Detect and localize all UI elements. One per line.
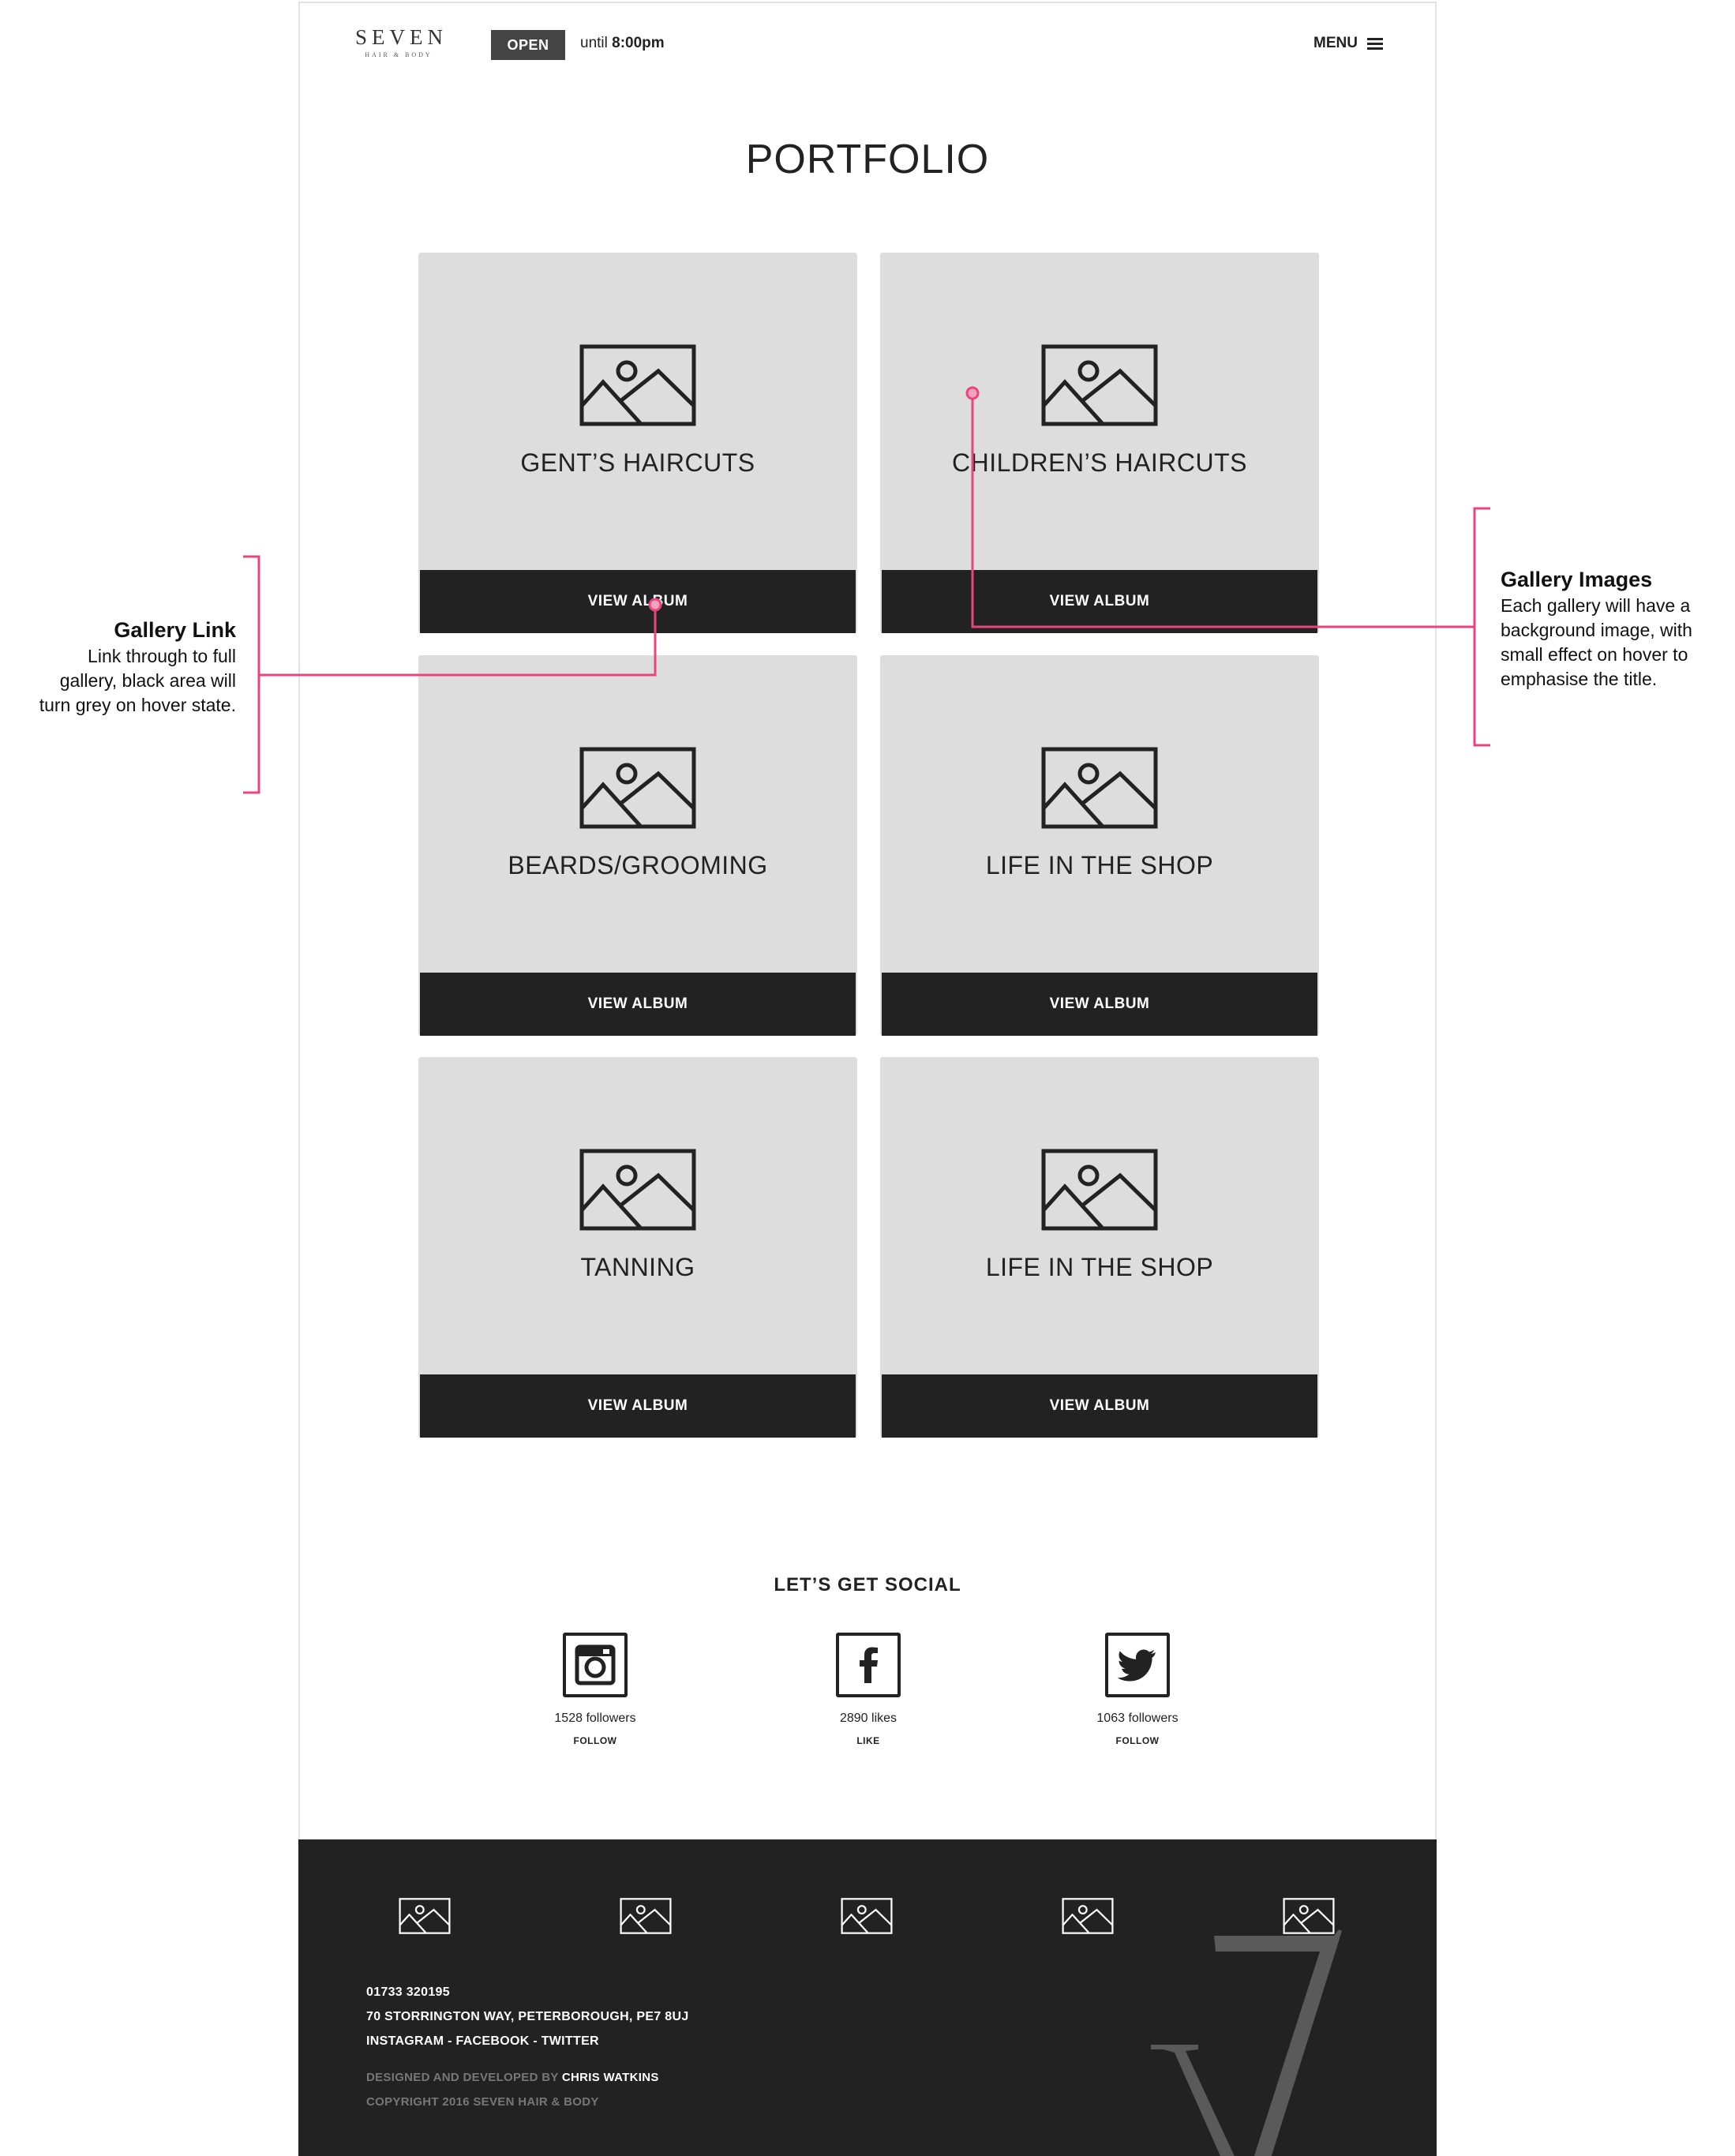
annotation-title: Gallery Link [114, 618, 236, 642]
gallery-card[interactable]: TANNING VIEW ALBUM [418, 1057, 857, 1438]
copyright: COPYRIGHT 2016 SEVEN HAIR & BODY [366, 2095, 599, 2109]
address: 70 STORRINGTON WAY, PETERBOROUGH, PE7 8U… [366, 2010, 689, 2023]
image-placeholder-icon [579, 1149, 696, 1231]
image-placeholder-icon [579, 747, 696, 829]
annotation-line: Each gallery will have a [1501, 595, 1691, 616]
gallery-title: LIFE IN THE SHOP [985, 851, 1214, 879]
social-facebook: 2890 likes LIKE [789, 1633, 947, 1746]
view-album-button[interactable]: VIEW ALBUM [882, 973, 1317, 1036]
logo-subtitle: HAIR & BODY [365, 51, 433, 58]
gallery-title: TANNING [580, 1253, 695, 1281]
view-album-button[interactable]: VIEW ALBUM [420, 973, 856, 1036]
follower-count: 1063 followers [1096, 1712, 1179, 1725]
annotation-gallery-images: Gallery Images Each gallery will have a … [1501, 565, 1729, 692]
instagram-icon[interactable] [563, 1633, 628, 1697]
logo-wordmark: SEVEN [355, 25, 448, 49]
seven-logo[interactable]: SEVEN HAIR & BODY [355, 25, 448, 58]
opening-hours: until 8:00pm [580, 35, 665, 52]
page-title: PORTFOLIO [745, 137, 990, 182]
open-status-badge: OPEN [491, 30, 565, 60]
site-footer: 01733 320195 70 STORRINGTON WAY, PETERBO… [298, 1839, 1437, 2156]
view-album-button[interactable]: VIEW ALBUM [882, 1374, 1317, 1438]
image-placeholder-icon[interactable] [840, 1898, 894, 1934]
social-links[interactable]: INSTAGRAM - FACEBOOK - TWITTER [366, 2034, 689, 2049]
image-placeholder-icon [1041, 1149, 1158, 1231]
hours-prefix: until [580, 35, 613, 51]
page-frame: SEVEN HAIR & BODY OPEN until 8:00pm MENU… [298, 2, 1437, 2156]
image-placeholder-icon[interactable] [398, 1898, 452, 1934]
annotation-title: Gallery Images [1501, 568, 1653, 591]
gallery-card[interactable]: GENT’S HAIRCUTS VIEW ALBUM [418, 253, 857, 633]
credit-prefix: DESIGNED AND DEVELOPED BY [366, 2071, 562, 2084]
social-instagram: 1528 followers FOLLOW [516, 1633, 674, 1746]
designer-credit: DESIGNED AND DEVELOPED BY CHRIS WATKINS [366, 2071, 659, 2084]
phone-number[interactable]: 01733 320195 [366, 1985, 689, 2000]
gallery-card[interactable]: BEARDS/GROOMING VIEW ALBUM [418, 655, 857, 1036]
image-placeholder-icon [1041, 747, 1158, 829]
annotation-line: background image, with [1501, 620, 1692, 640]
annotation-gallery-link: Gallery Link Link through to full galler… [0, 616, 236, 718]
like-link[interactable]: LIKE [789, 1735, 947, 1746]
twitter-icon[interactable] [1105, 1633, 1170, 1697]
gallery-title: LIFE IN THE SHOP [985, 1253, 1214, 1281]
image-placeholder-icon[interactable] [1061, 1898, 1115, 1934]
annotation-line: turn grey on hover state. [39, 695, 236, 715]
like-count: 2890 likes [839, 1712, 897, 1725]
annotation-line: gallery, black area will [59, 670, 236, 691]
credit-author[interactable]: CHRIS WATKINS [562, 2071, 659, 2084]
follow-link[interactable]: FOLLOW [1059, 1735, 1216, 1746]
hours-time: 8:00pm [612, 35, 665, 51]
image-placeholder-icon [579, 344, 696, 426]
gallery-card[interactable]: LIFE IN THE SHOP VIEW ALBUM [880, 1057, 1319, 1438]
image-placeholder-icon [1041, 344, 1158, 426]
gallery-title: BEARDS/GROOMING [508, 851, 768, 879]
annotation-line: small effect on hover to [1501, 644, 1688, 665]
view-album-button[interactable]: VIEW ALBUM [420, 1374, 856, 1438]
hamburger-icon [1367, 37, 1383, 50]
gallery-card[interactable]: CHILDREN’S HAIRCUTS VIEW ALBUM [880, 253, 1319, 633]
image-placeholder-icon[interactable] [619, 1898, 673, 1934]
annotation-line: emphasise the title. [1501, 669, 1658, 689]
credits: DESIGNED AND DEVELOPED BY CHRIS WATKINS … [366, 2071, 659, 2120]
menu-label: MENU [1313, 35, 1358, 51]
seven-watermark-logo [1151, 1929, 1342, 2156]
social-twitter: 1063 followers FOLLOW [1059, 1633, 1216, 1746]
view-album-button[interactable]: VIEW ALBUM [882, 570, 1317, 633]
follow-link[interactable]: FOLLOW [516, 1735, 674, 1746]
social-section-title: LET’S GET SOCIAL [774, 1574, 961, 1595]
follower-count: 1528 followers [554, 1712, 636, 1725]
gallery-title: CHILDREN’S HAIRCUTS [952, 448, 1247, 477]
gallery-card[interactable]: LIFE IN THE SHOP VIEW ALBUM [880, 655, 1319, 1036]
gallery-title: GENT’S HAIRCUTS [520, 448, 755, 477]
view-album-button[interactable]: VIEW ALBUM [420, 570, 856, 633]
annotation-line: Link through to full [88, 646, 236, 666]
contact-info: 01733 320195 70 STORRINGTON WAY, PETERBO… [366, 1985, 689, 2059]
menu-button[interactable]: MENU [1313, 35, 1383, 52]
facebook-icon[interactable] [836, 1633, 901, 1697]
